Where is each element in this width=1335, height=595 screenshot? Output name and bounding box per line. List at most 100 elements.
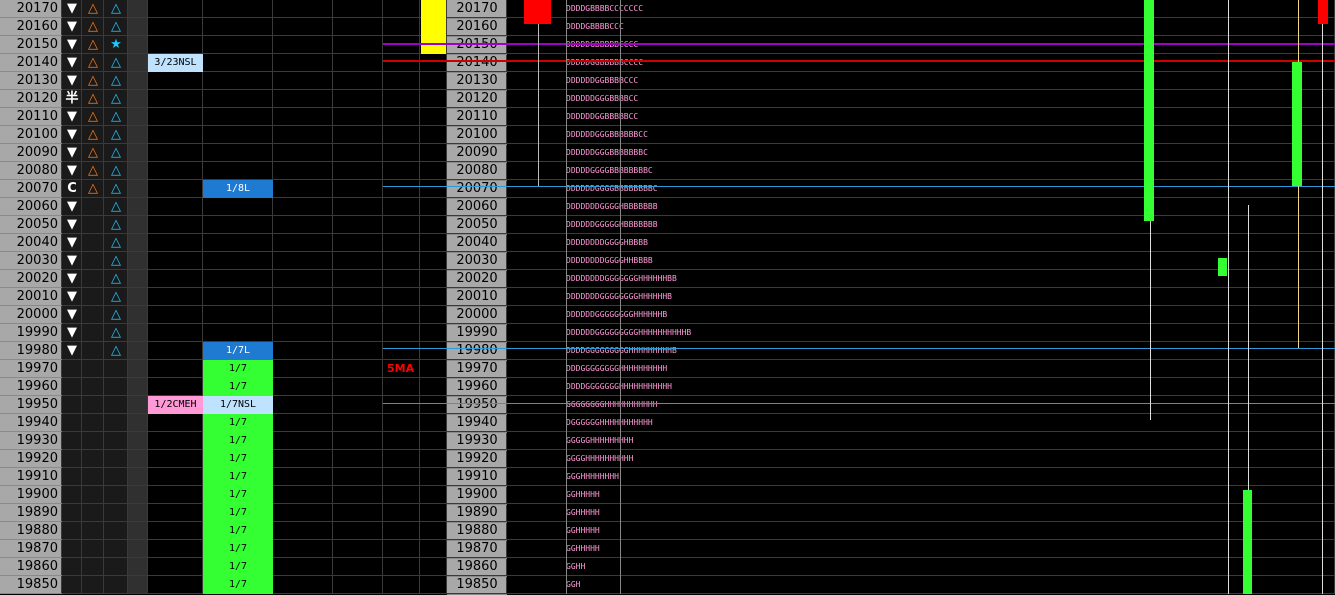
price-label-left[interactable]: 20140 <box>0 54 62 72</box>
marker-1-7-fill[interactable]: 1/7 <box>203 360 273 378</box>
price-label-right[interactable]: 20060 <box>447 198 507 217</box>
price-label-right[interactable]: 19950 <box>447 396 507 415</box>
marker-1-7-fill[interactable]: 1/7 <box>203 504 273 522</box>
price-label-right[interactable]: 20140 <box>447 54 507 73</box>
price-label-left[interactable]: 20110 <box>0 108 62 126</box>
price-label-right[interactable]: 19900 <box>447 486 507 505</box>
down-triangle-icon: ▼ <box>67 271 77 286</box>
price-label-left[interactable]: 20020 <box>0 270 62 288</box>
price-label-right[interactable]: 19940 <box>447 414 507 433</box>
marker-1-7-nsl[interactable]: 1/7NSL <box>203 396 273 414</box>
price-label-right[interactable]: 20080 <box>447 162 507 181</box>
price-label-right[interactable]: 19930 <box>447 432 507 451</box>
price-label-right[interactable]: 20090 <box>447 144 507 163</box>
price-label-left[interactable]: 20100 <box>0 126 62 144</box>
tpo-letters: DDDDDDGGGGGHBBBBBBB <box>566 220 658 229</box>
price-label-right[interactable]: 19880 <box>447 522 507 541</box>
price-label-left[interactable]: 20170 <box>0 0 62 18</box>
yellow-cell <box>421 0 446 18</box>
price-label-left[interactable]: 20040 <box>0 234 62 252</box>
price-label-left[interactable]: 20160 <box>0 18 62 36</box>
up-triangle-outline-icon: △ <box>111 145 121 160</box>
price-label-right[interactable]: 20000 <box>447 306 507 325</box>
tpo-letters: GGH <box>566 580 581 589</box>
price-label-left[interactable]: 20030 <box>0 252 62 270</box>
price-label-right[interactable]: 20010 <box>447 288 507 307</box>
price-label-left[interactable]: 19990 <box>0 324 62 342</box>
price-label-left[interactable]: 19970 <box>0 360 62 378</box>
price-label-right[interactable]: 20100 <box>447 126 507 145</box>
marker-1-7-fill[interactable]: 1/7 <box>203 468 273 486</box>
marker-1-7-fill[interactable]: 1/7 <box>203 576 273 594</box>
price-label-right[interactable]: 19990 <box>447 324 507 343</box>
price-label-left[interactable]: 19850 <box>0 576 62 594</box>
price-label-right[interactable]: 19870 <box>447 540 507 559</box>
price-label-right[interactable]: 20110 <box>447 108 507 127</box>
price-label-left[interactable]: 19920 <box>0 450 62 468</box>
price-label-right[interactable]: 20020 <box>447 270 507 289</box>
price-label-right[interactable]: 19850 <box>447 576 507 595</box>
price-label-right[interactable]: 20040 <box>447 234 507 253</box>
marker-1-7-fill[interactable]: 1/7 <box>203 540 273 558</box>
grid-row <box>62 252 1335 270</box>
marker-1-7-fill[interactable]: 1/7 <box>203 486 273 504</box>
marker-1-7-fill[interactable]: 1/7 <box>203 378 273 396</box>
marker-1-7-fill[interactable]: 1/7 <box>203 450 273 468</box>
price-label-left[interactable]: 19910 <box>0 468 62 486</box>
marker-1-8-l[interactable]: 1/8L <box>203 180 273 198</box>
price-label-right[interactable]: 19980 <box>447 342 507 361</box>
down-triangle-icon: ▼ <box>67 253 77 268</box>
marker-1-7-fill[interactable]: 1/7 <box>203 522 273 540</box>
price-label-right[interactable]: 20150 <box>447 36 507 55</box>
price-label-right[interactable]: 19960 <box>447 378 507 397</box>
price-label-right[interactable]: 20070 <box>447 180 507 199</box>
price-label-right[interactable]: 20030 <box>447 252 507 271</box>
price-label-left[interactable]: 19890 <box>0 504 62 522</box>
price-label-left[interactable]: 20050 <box>0 216 62 234</box>
price-label-right[interactable]: 19920 <box>447 450 507 469</box>
marker-1-2-cmeh[interactable]: 1/2CMEH <box>148 396 203 414</box>
price-label-left[interactable]: 20150 <box>0 36 62 54</box>
price-label-right[interactable]: 20130 <box>447 72 507 91</box>
tpo-letters: DDDDDDDDGGGGHBBBB <box>566 238 648 247</box>
grid-row <box>62 270 1335 288</box>
price-label-left[interactable]: 20130 <box>0 72 62 90</box>
price-label-right[interactable]: 19970 <box>447 360 507 379</box>
price-label-left[interactable]: 20070 <box>0 180 62 198</box>
price-label-left[interactable]: 20060 <box>0 198 62 216</box>
price-label-left[interactable]: 19870 <box>0 540 62 558</box>
price-label-left[interactable]: 19860 <box>0 558 62 576</box>
price-label-left[interactable]: 20120 <box>0 90 62 108</box>
up-triangle-outline-icon: △ <box>88 73 98 88</box>
price-label-left[interactable]: 20090 <box>0 144 62 162</box>
price-label-right[interactable]: 20160 <box>447 18 507 37</box>
price-label-right[interactable]: 20050 <box>447 216 507 235</box>
marker-3-23-nsl[interactable]: 3/23NSL <box>148 54 203 72</box>
price-label-left[interactable]: 20000 <box>0 306 62 324</box>
price-label-left[interactable]: 20010 <box>0 288 62 306</box>
price-label-left[interactable]: 19950 <box>0 396 62 414</box>
up-triangle-outline-icon: △ <box>111 91 121 106</box>
down-triangle-icon: ▼ <box>67 343 77 358</box>
marker-1-7-l[interactable]: 1/7L <box>203 342 273 360</box>
marker-1-7-fill[interactable]: 1/7 <box>203 414 273 432</box>
price-label-right[interactable]: 19890 <box>447 504 507 523</box>
price-label-left[interactable]: 20080 <box>0 162 62 180</box>
price-label-left[interactable]: 19900 <box>0 486 62 504</box>
price-label-left[interactable]: 19960 <box>0 378 62 396</box>
candle-bar <box>1292 62 1302 186</box>
price-label-right[interactable]: 20120 <box>447 90 507 109</box>
price-label-left[interactable]: 19930 <box>0 432 62 450</box>
marker-1-7-fill[interactable]: 1/7 <box>203 432 273 450</box>
tpo-letters: DDDDDDDDGGGGHHBBBB <box>566 256 653 265</box>
price-label-right[interactable]: 19860 <box>447 558 507 577</box>
price-label-left[interactable]: 19940 <box>0 414 62 432</box>
up-triangle-outline-icon: △ <box>88 91 98 106</box>
price-label-right[interactable]: 20170 <box>447 0 507 19</box>
price-label-right[interactable]: 19910 <box>447 468 507 487</box>
candle-bar <box>1218 258 1227 276</box>
price-label-left[interactable]: 19880 <box>0 522 62 540</box>
marker-1-7-fill[interactable]: 1/7 <box>203 558 273 576</box>
tpo-letters: DDDDDDDGGGGGGGGHHHHHHB <box>566 292 672 301</box>
price-label-left[interactable]: 19980 <box>0 342 62 360</box>
